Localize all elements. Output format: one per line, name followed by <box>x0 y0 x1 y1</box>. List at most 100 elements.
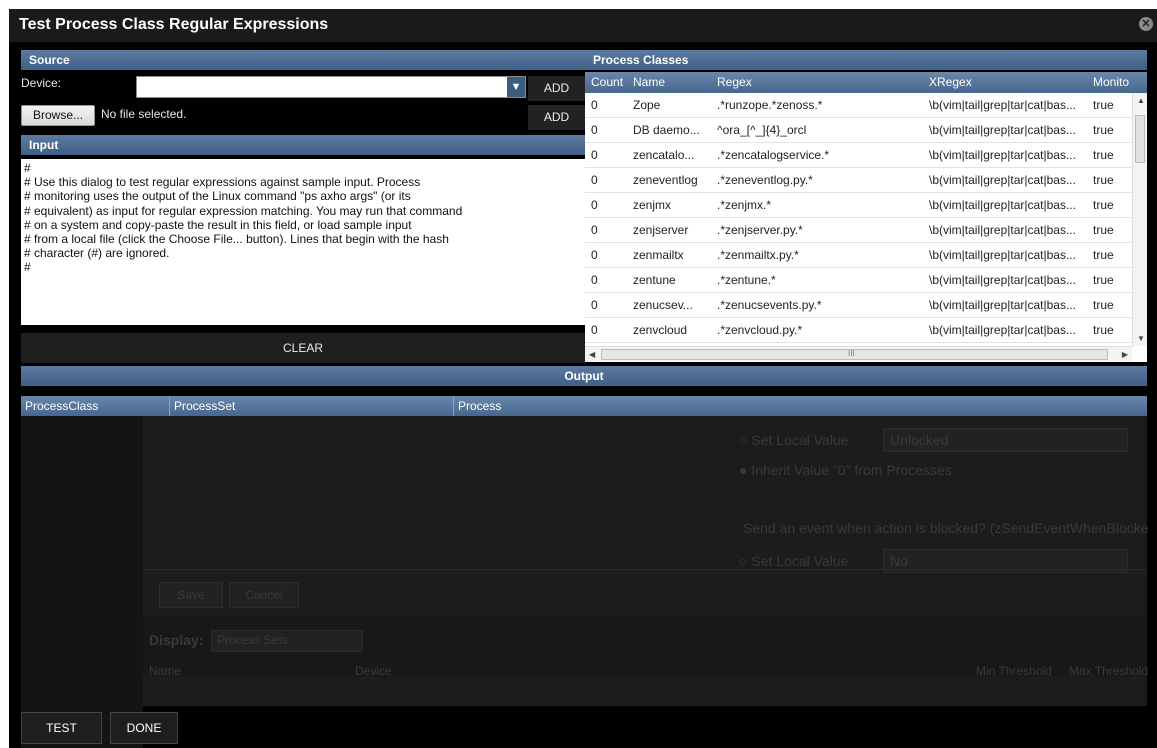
column-header-name[interactable]: Name <box>633 72 713 93</box>
cell-count: 0 <box>591 298 598 312</box>
table-row[interactable]: 0 zeneventlog .*zeneventlog.py.* \b(vim|tai… <box>585 168 1132 193</box>
column-header-process[interactable]: Process <box>453 396 758 416</box>
cell-name: zenmailtx <box>633 248 684 262</box>
cell-xregex: \b(vim|tail|grep|tar|cat|bas... <box>929 148 1076 162</box>
cell-count: 0 <box>591 148 598 162</box>
cell-name: zenjserver <box>633 223 689 237</box>
inherit-label: Inherit Value "0" from Processes <box>751 462 952 478</box>
output-left-panel <box>21 416 143 748</box>
scroll-right-icon[interactable]: ▶ <box>1122 350 1128 359</box>
event-select-value: No <box>890 553 908 569</box>
browse-button[interactable]: Browse... <box>21 105 95 126</box>
cell-xregex: \b(vim|tail|grep|tar|cat|bas... <box>929 223 1076 237</box>
scroll-thumb-horizontal[interactable]: III <box>601 349 1108 360</box>
cell-name: zenjmx <box>633 198 672 212</box>
column-header-regex[interactable]: Regex <box>717 72 925 93</box>
device-select[interactable]: ▼ <box>136 76 526 98</box>
background-col-name: Name <box>149 664 182 678</box>
cell-count: 0 <box>591 173 598 187</box>
cell-count: 0 <box>591 223 598 237</box>
cell-xregex: \b(vim|tail|grep|tar|cat|bas... <box>929 198 1076 212</box>
column-header-xregex[interactable]: XRegex <box>929 72 1089 93</box>
add-device-button[interactable]: ADD <box>528 76 585 101</box>
table-row[interactable]: 0 Zope .*runzope.*zenoss.* \b(vim|tail|grep… <box>585 93 1132 118</box>
vertical-scrollbar[interactable]: ▲ ▼ <box>1132 93 1147 346</box>
column-header-processset[interactable]: ProcessSet <box>169 396 454 416</box>
cell-regex: .*zenjserver.py.* <box>717 223 803 237</box>
test-button[interactable]: TEST <box>21 712 102 744</box>
input-textarea[interactable]: # # Use this dialog to test regular expr… <box>21 159 585 325</box>
background-cancel-button: Cancel <box>229 582 299 608</box>
background-col-min: Min Threshold <box>976 664 1052 678</box>
chevron-down-icon[interactable]: ▼ <box>507 77 525 97</box>
cell-monitor: true <box>1093 173 1114 187</box>
table-row[interactable]: 0 zencatalo... .*zencatalogservice.* \b(vim… <box>585 143 1132 168</box>
close-icon[interactable]: ✕ <box>1139 17 1153 31</box>
display-select-value: Process Sets <box>217 633 288 647</box>
scroll-left-icon[interactable]: ◀ <box>589 350 595 359</box>
set-local-value-label: Set Local Value <box>751 432 849 448</box>
table-row[interactable]: 0 zenmailtx .*zenmailtx.py.* \b(vim|tail|gr… <box>585 243 1132 268</box>
cell-count: 0 <box>591 323 598 337</box>
table-row[interactable]: 0 zenvcloud .*zenvcloud.py.* \b(vim|tail|gr… <box>585 318 1132 343</box>
background-save-button: Save <box>159 582 223 608</box>
display-select: Process Sets <box>211 630 363 652</box>
done-button[interactable]: DONE <box>110 712 178 744</box>
column-header-processclass[interactable]: ProcessClass <box>25 396 155 416</box>
cell-xregex: \b(vim|tail|grep|tar|cat|bas... <box>929 323 1076 337</box>
background-col-device: Device <box>355 664 392 678</box>
cell-name: zentune <box>633 273 676 287</box>
cell-monitor: true <box>1093 223 1114 237</box>
cell-monitor: true <box>1093 98 1114 112</box>
cell-count: 0 <box>591 98 598 112</box>
output-table-body: ○ Set Local Value Unlocked ● Inherit Val… <box>21 416 1149 706</box>
cell-count: 0 <box>591 273 598 287</box>
cell-regex: .*zenucsevents.py.* <box>717 298 822 312</box>
horizontal-scrollbar[interactable]: ◀ III ▶ <box>585 346 1132 362</box>
cell-regex: ^ora_[^_]{4}_orcl <box>717 123 807 137</box>
input-heading: Input <box>21 135 585 155</box>
radio-set-local-value: ○ Set Local Value <box>739 432 849 448</box>
radio-set-local-value-2: ○ Set Local Value <box>739 553 849 569</box>
cell-monitor: true <box>1093 148 1114 162</box>
scroll-thumb[interactable] <box>1135 115 1145 163</box>
set-local-value-label-2: Set Local Value <box>751 553 849 569</box>
table-row[interactable]: 0 zenucsev... .*zenucsevents.py.* \b(vim|ta… <box>585 293 1132 318</box>
table-row[interactable]: 0 DB daemo... ^ora_[^_]{4}_orcl \b(vim|tail… <box>585 118 1132 143</box>
display-label: Display: <box>149 632 204 648</box>
cell-monitor: true <box>1093 123 1114 137</box>
cell-name: zeneventlog <box>633 173 698 187</box>
source-heading: Source <box>21 50 585 70</box>
table-row[interactable]: 0 zenjserver .*zenjserver.py.* \b(vim|tail|… <box>585 218 1132 243</box>
clear-button[interactable]: CLEAR <box>21 333 585 363</box>
lock-select-value: Unlocked <box>890 432 949 448</box>
add-file-button[interactable]: ADD <box>528 105 585 130</box>
table-row[interactable]: 0 zentune .*zentune.* \b(vim|tail|grep|tar|… <box>585 268 1132 293</box>
scroll-down-icon[interactable]: ▼ <box>1137 334 1145 343</box>
cell-name: zenvcloud <box>633 323 688 337</box>
cell-monitor: true <box>1093 273 1114 287</box>
scroll-grip: III <box>848 349 855 358</box>
cell-count: 0 <box>591 248 598 262</box>
cell-regex: .*zenvcloud.py.* <box>717 323 803 337</box>
cell-monitor: true <box>1093 323 1114 337</box>
dialog-title-bar[interactable]: Test Process Class Regular Expressions ✕ <box>9 9 1157 42</box>
background-col-max: Max Threshold <box>1069 664 1149 678</box>
radio-inherit-value: ● Inherit Value "0" from Processes <box>739 462 952 478</box>
cell-count: 0 <box>591 198 598 212</box>
scroll-up-icon[interactable]: ▲ <box>1137 96 1145 105</box>
lock-select: Unlocked <box>883 428 1128 452</box>
column-header-monitor[interactable]: Monito <box>1093 72 1133 93</box>
cell-monitor: true <box>1093 298 1114 312</box>
cell-xregex: \b(vim|tail|grep|tar|cat|bas... <box>929 273 1076 287</box>
table-header: Count Name Regex XRegex Monito <box>585 72 1147 93</box>
divider <box>143 569 1147 570</box>
column-header-count[interactable]: Count <box>591 72 631 93</box>
cell-regex: .*zenjmx.* <box>717 198 772 212</box>
process-classes-heading: Process Classes <box>585 50 1147 70</box>
cell-regex: .*zentune.* <box>717 273 776 287</box>
table-row[interactable]: 0 zenjmx .*zenjmx.* \b(vim|tail|grep|tar|ca… <box>585 193 1132 218</box>
send-event-label: Send an event when action is blocked? (z… <box>743 520 1149 536</box>
cell-xregex: \b(vim|tail|grep|tar|cat|bas... <box>929 123 1076 137</box>
cell-name: DB daemo... <box>633 123 700 137</box>
